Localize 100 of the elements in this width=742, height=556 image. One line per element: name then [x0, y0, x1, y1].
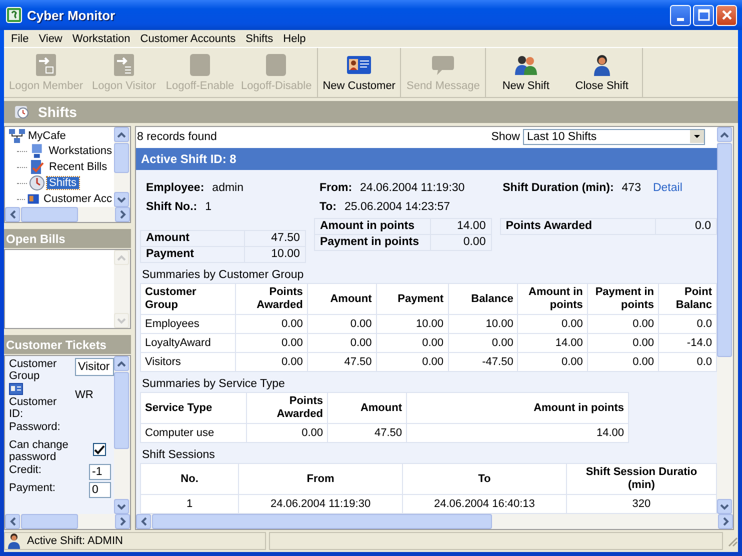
menu-item[interactable]: Customer Accounts: [135, 32, 241, 44]
input-field[interactable]: 0: [89, 482, 111, 498]
table-cell: -47.50: [448, 352, 518, 372]
vertical-scrollbar[interactable]: [114, 356, 130, 514]
table-cell: 0.00: [448, 334, 518, 352]
chevron-left-icon[interactable]: [140, 517, 146, 526]
checkbox[interactable]: [93, 443, 106, 456]
table-cell: 0.00: [246, 424, 328, 442]
info-value: admin: [212, 182, 244, 194]
person-icon: [7, 533, 21, 549]
group-dropdown[interactable]: Visitor: [75, 358, 114, 376]
table-cell: 0.00: [376, 352, 448, 372]
chevron-left-icon[interactable]: [10, 210, 16, 219]
table-cell: 10.00: [448, 314, 518, 334]
status-text: Active Shift: ADMIN: [27, 535, 123, 547]
column-header: From: [238, 464, 402, 494]
maximize-button[interactable]: [693, 4, 714, 26]
id-card-icon: [9, 383, 23, 395]
info-value: 473: [622, 182, 641, 194]
panel-header: Open Bills: [4, 229, 131, 248]
vertical-scrollbar[interactable]: [114, 127, 130, 207]
field-label: Credit:: [9, 464, 42, 476]
total-value: 14.00: [430, 218, 492, 234]
shift-title-bar: Active Shift ID: 8: [136, 148, 717, 170]
table-cell: LoyaltyAward: [140, 334, 236, 352]
chevron-down-icon[interactable]: [117, 196, 126, 202]
table-cell: 0.00: [307, 314, 376, 334]
tree-item[interactable]: Recent Bills: [47, 161, 110, 173]
field-label: Payment:: [9, 482, 56, 494]
chevron-up-icon[interactable]: [117, 360, 126, 366]
table-cell: 0.00: [518, 314, 588, 334]
menu-item[interactable]: File: [6, 32, 34, 44]
detail-link[interactable]: Detail: [652, 182, 682, 194]
total-label: Payment: [140, 246, 244, 262]
column-header: Amount in points: [406, 392, 628, 424]
table-cell: 47.50: [307, 352, 376, 372]
speech-bubble-icon: [430, 53, 456, 77]
chevron-down-icon[interactable]: [720, 504, 729, 510]
menu-item[interactable]: Shifts: [240, 32, 278, 44]
field-label: Password:: [9, 421, 62, 433]
info-value: 25.06.2004 14:23:57: [344, 200, 450, 212]
menu-item[interactable]: Help: [278, 32, 311, 44]
tree-item[interactable]: Customer Acc: [42, 193, 114, 205]
blank-icon: [187, 53, 213, 77]
column-header: Balance: [448, 284, 518, 314]
total-value: 10.00: [244, 246, 306, 262]
toolbar-button[interactable]: New Shift: [488, 48, 563, 97]
show-dropdown[interactable]: Last 10 Shifts: [523, 128, 705, 144]
chevron-left-icon[interactable]: [10, 517, 16, 526]
total-value: 0.00: [430, 234, 492, 250]
table-cell: 47.50: [328, 424, 406, 442]
column-header: Amount: [328, 392, 406, 424]
chevron-down-icon[interactable]: [117, 504, 126, 510]
table-cell: 0.00: [235, 314, 308, 334]
horizontal-scrollbar[interactable]: [5, 514, 130, 529]
table-title: Summaries by Customer Group: [141, 268, 305, 283]
field-label: Customer Group: [9, 358, 58, 382]
table-title: Shift Sessions: [141, 448, 216, 463]
total-value: 0.0: [656, 218, 716, 234]
table-cell: 0.00: [307, 334, 376, 352]
chevron-right-icon[interactable]: [120, 210, 126, 219]
checkmark-icon: [94, 444, 105, 454]
horizontal-scrollbar[interactable]: [5, 207, 130, 222]
close-icon: [720, 9, 732, 21]
horizontal-scrollbar[interactable]: [136, 514, 733, 529]
minimize-button[interactable]: [670, 4, 691, 26]
clock-icon: [29, 175, 45, 191]
menu-item[interactable]: Workstation: [67, 32, 136, 44]
tree-item[interactable]: Shifts: [47, 177, 79, 189]
column-header: No.: [140, 464, 239, 494]
table-cell: 0.00: [235, 352, 308, 372]
table-cell: 0.00: [376, 334, 448, 352]
info-label: Employee:: [146, 182, 204, 194]
column-header: Amount in points: [518, 284, 588, 314]
field-label: Customer ID:: [9, 396, 57, 420]
menu-item[interactable]: View: [34, 32, 68, 44]
table-cell: 10.00: [376, 314, 448, 334]
input-field[interactable]: -1: [89, 464, 111, 480]
toolbar-button[interactable]: Close Shift: [564, 48, 639, 97]
column-header: Payment: [376, 284, 448, 314]
column-header: Point Balanc: [658, 284, 716, 314]
column-header: Points Awarded: [246, 392, 328, 424]
vertical-scrollbar[interactable]: [717, 127, 733, 514]
table-cell: 0.00: [587, 334, 658, 352]
info-value: 24.06.2004 11:19:30: [360, 182, 465, 194]
tree-item[interactable]: MyCafe: [8, 128, 114, 143]
close-button[interactable]: [716, 4, 737, 26]
tree-item[interactable]: Workstations: [46, 145, 114, 157]
chevron-right-icon[interactable]: [120, 517, 126, 526]
table-cell: 0.00: [587, 352, 658, 372]
bill-icon: [29, 159, 45, 175]
id-card-icon: [346, 53, 372, 77]
table-cell: Computer use: [140, 424, 246, 442]
chevron-up-icon[interactable]: [117, 132, 126, 138]
table-cell: 14.00: [406, 424, 628, 442]
column-header: Service Type: [140, 392, 246, 424]
chevron-right-icon[interactable]: [722, 517, 728, 526]
chevron-up-icon[interactable]: [720, 132, 729, 138]
toolbar-button[interactable]: New Customer: [320, 48, 398, 97]
panel-header: Customer Tickets: [4, 335, 131, 354]
